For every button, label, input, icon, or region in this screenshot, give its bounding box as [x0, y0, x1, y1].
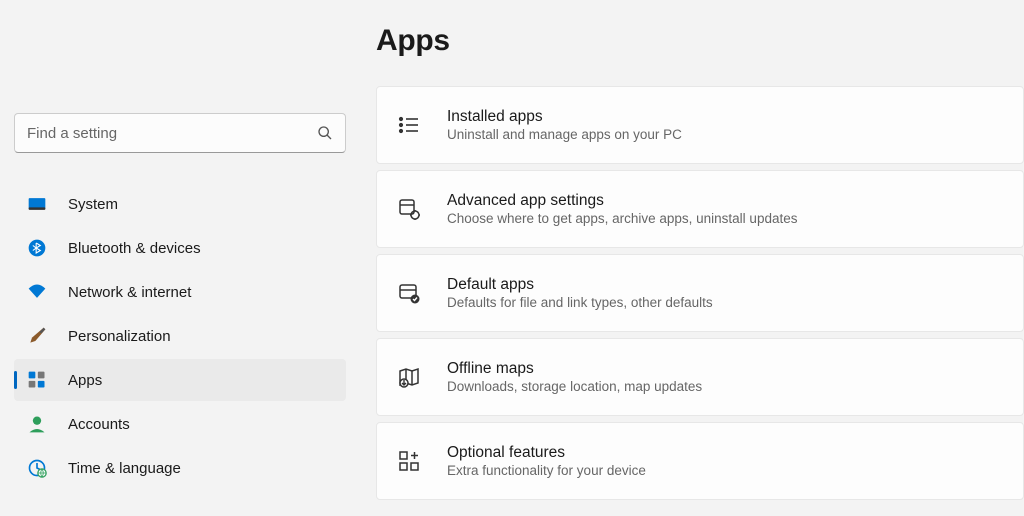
sidebar-item-bluetooth[interactable]: Bluetooth & devices [14, 227, 346, 269]
bluetooth-icon [26, 237, 48, 259]
card-title: Default apps [447, 276, 713, 294]
card-desc: Downloads, storage location, map updates [447, 379, 702, 394]
clock-globe-icon [26, 457, 48, 479]
card-offline-maps[interactable]: Offline maps Downloads, storage location… [376, 338, 1024, 416]
app-gear-icon [395, 195, 423, 223]
sidebar-item-network[interactable]: Network & internet [14, 271, 346, 313]
settings-sidebar: System Bluetooth & devices Network & int… [0, 0, 356, 516]
page-title: Apps [376, 24, 1024, 58]
card-title: Optional features [447, 444, 646, 462]
window-check-icon [395, 279, 423, 307]
search-box[interactable] [14, 113, 346, 153]
person-icon [26, 413, 48, 435]
card-desc: Uninstall and manage apps on your PC [447, 127, 682, 142]
card-desc: Choose where to get apps, archive apps, … [447, 211, 797, 226]
sidebar-item-label: Personalization [68, 328, 171, 345]
card-advanced-app-settings[interactable]: Advanced app settings Choose where to ge… [376, 170, 1024, 248]
sidebar-item-accounts[interactable]: Accounts [14, 403, 346, 445]
search-icon [317, 125, 333, 141]
sidebar-item-label: Apps [68, 372, 102, 389]
sidebar-item-apps[interactable]: Apps [14, 359, 346, 401]
card-desc: Extra functionality for your device [447, 463, 646, 478]
sidebar-item-label: Network & internet [68, 284, 191, 301]
card-installed-apps[interactable]: Installed apps Uninstall and manage apps… [376, 86, 1024, 164]
card-title: Installed apps [447, 108, 682, 126]
sidebar-item-label: Time & language [68, 460, 181, 477]
main-content: Apps Installed apps Uninstall and manage… [356, 0, 1024, 516]
apps-icon [26, 369, 48, 391]
sidebar-nav: System Bluetooth & devices Network & int… [14, 183, 346, 489]
wifi-icon [26, 281, 48, 303]
grid-plus-icon [395, 447, 423, 475]
brush-icon [26, 325, 48, 347]
card-desc: Defaults for file and link types, other … [447, 295, 713, 310]
sidebar-item-system[interactable]: System [14, 183, 346, 225]
card-default-apps[interactable]: Default apps Defaults for file and link … [376, 254, 1024, 332]
sidebar-item-label: System [68, 196, 118, 213]
sidebar-item-time-language[interactable]: Time & language [14, 447, 346, 489]
search-input[interactable] [27, 125, 317, 142]
list-icon [395, 111, 423, 139]
sidebar-item-personalization[interactable]: Personalization [14, 315, 346, 357]
card-optional-features[interactable]: Optional features Extra functionality fo… [376, 422, 1024, 500]
card-title: Offline maps [447, 360, 702, 378]
system-icon [26, 193, 48, 215]
settings-cards: Installed apps Uninstall and manage apps… [376, 86, 1024, 500]
sidebar-item-label: Accounts [68, 416, 130, 433]
sidebar-item-label: Bluetooth & devices [68, 240, 201, 257]
card-title: Advanced app settings [447, 192, 797, 210]
map-download-icon [395, 363, 423, 391]
